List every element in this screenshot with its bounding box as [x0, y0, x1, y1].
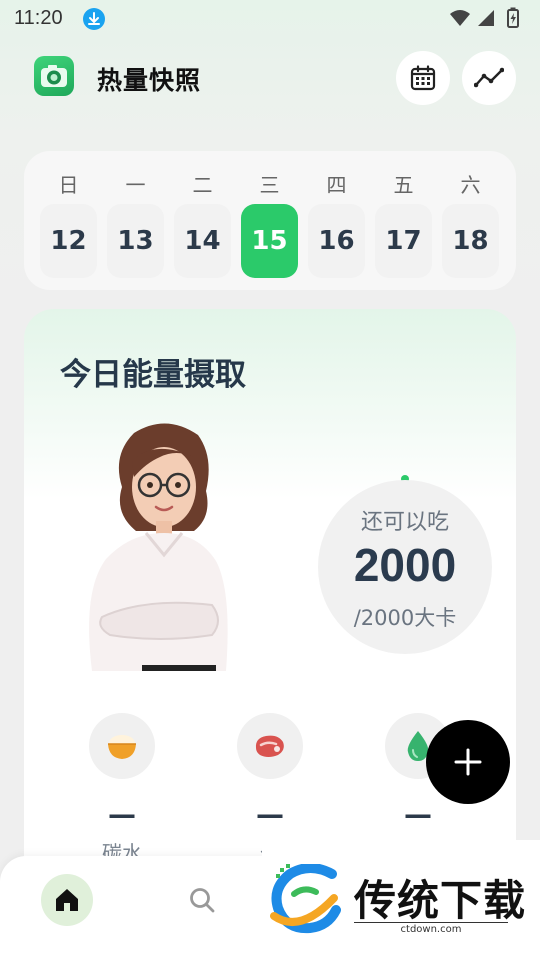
calorie-total: /2000大卡: [353, 606, 457, 630]
weekday-label: 四: [326, 173, 347, 197]
day-cell[interactable]: 18: [442, 204, 499, 278]
nutrient-carbs: — 碳水: [89, 713, 155, 866]
day-cell[interactable]: 14: [174, 204, 231, 278]
watermark-url: ctdown.com: [354, 922, 508, 935]
card-title: 今日能量摄取: [60, 357, 246, 393]
week-calendar: 日 一 二 三 四 五 六 12 13 14 15 16 17 18: [24, 151, 516, 290]
search-icon: [190, 888, 215, 913]
nav-search[interactable]: [186, 884, 218, 916]
remaining-label: 还可以吃: [360, 510, 449, 535]
app-logo-icon: [34, 56, 74, 96]
wifi-icon: [450, 10, 470, 26]
day-cell[interactable]: 13: [107, 204, 164, 278]
remaining-value: 2000: [353, 539, 457, 591]
app-title: 热量快照: [97, 66, 202, 95]
avatar-illustration: [89, 423, 228, 671]
weekday-label: 三: [259, 173, 280, 197]
meat-icon: [237, 713, 303, 779]
trend-button[interactable]: [462, 51, 516, 105]
watermark-text: 传统下载: [354, 876, 527, 925]
add-food-button[interactable]: [426, 720, 510, 804]
weekday-label: 五: [393, 173, 414, 197]
download-icon: [83, 8, 105, 30]
day-cell[interactable]: 16: [308, 204, 365, 278]
trend-line-icon: [474, 67, 504, 88]
rice-bowl-icon: [89, 713, 155, 779]
nav-home[interactable]: [41, 874, 93, 926]
battery-icon: [507, 7, 519, 28]
nutrient-value: —: [404, 798, 432, 831]
status-time: 11:20: [14, 7, 63, 29]
watermark-logo-icon: [270, 864, 341, 934]
cellular-icon: [478, 10, 494, 26]
plus-icon: [454, 748, 482, 776]
weekday-label: 六: [460, 173, 481, 197]
status-icons: [450, 7, 519, 28]
nutrient-value: —: [108, 798, 136, 831]
day-cell-selected[interactable]: 15: [241, 204, 298, 278]
nutrient-value: —: [256, 798, 284, 831]
calorie-remaining-ring: 还可以吃 2000 /2000大卡: [318, 480, 492, 654]
day-cell[interactable]: 17: [375, 204, 432, 278]
energy-summary-card: 今日能量摄取 还可以吃 2000 /2000大卡 — 碳水 — —: [24, 309, 516, 909]
watermark: 传统下载 ctdown.com: [262, 840, 540, 940]
day-cell[interactable]: 12: [40, 204, 97, 278]
weekday-label: 日: [58, 173, 79, 197]
calendar-button[interactable]: [396, 51, 450, 105]
weekday-label: 一: [125, 173, 146, 197]
home-icon: [56, 889, 78, 911]
calendar-icon: [410, 65, 436, 91]
weekday-label: 二: [192, 173, 213, 197]
status-bar: 11:20: [0, 0, 540, 38]
